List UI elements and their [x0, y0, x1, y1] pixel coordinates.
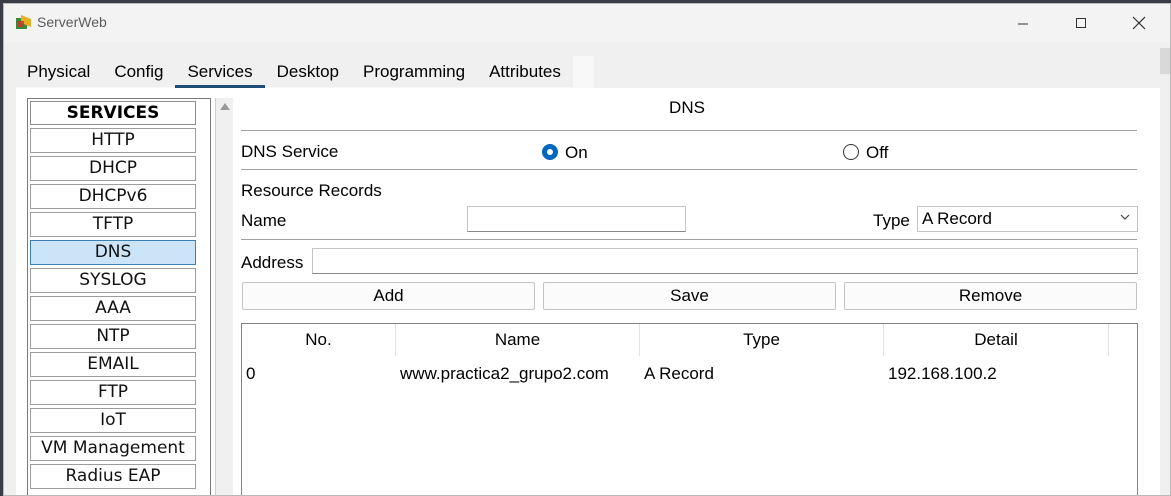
maximize-button[interactable] [1052, 4, 1110, 42]
type-select[interactable]: A Record [917, 206, 1138, 232]
tab-config[interactable]: Config [102, 56, 175, 87]
maximize-icon [1076, 18, 1086, 28]
scroll-up-icon[interactable] [220, 103, 230, 110]
divider [241, 239, 1137, 240]
services-header: SERVICES [30, 101, 196, 125]
chevron-down-icon [1120, 214, 1130, 220]
dns-off-radio[interactable] [843, 144, 859, 160]
dns-on-label[interactable]: On [565, 143, 588, 163]
tab-programming[interactable]: Programming [351, 56, 477, 87]
service-item-http[interactable]: HTTP [30, 128, 196, 153]
divider [241, 130, 1137, 131]
title-bar[interactable]: ServerWeb [4, 4, 1170, 42]
address-input[interactable] [312, 248, 1138, 274]
type-select-value: A Record [922, 209, 992, 228]
column-header-name[interactable]: Name [396, 324, 640, 356]
close-button[interactable] [1110, 4, 1168, 42]
serverweb-window: ServerWeb Physical Config Services Deskt… [3, 3, 1171, 496]
tab-services[interactable]: Services [175, 56, 265, 88]
tab-strip: Physical Config Services Desktop Program… [15, 56, 573, 88]
main-panel: Physical Config Services Desktop Program… [4, 42, 1170, 495]
save-button[interactable]: Save [543, 282, 836, 310]
services-list: SERVICES HTTP DHCP DHCPv6 TFTP DNS SYSLO… [27, 98, 211, 495]
dns-panel: DNS DNS Service On Off Resource Records … [237, 88, 1138, 495]
service-item-dhcp[interactable]: DHCP [30, 156, 196, 181]
name-label: Name [241, 211, 287, 230]
service-item-vm-management[interactable]: VM Management [30, 436, 196, 461]
service-item-aaa[interactable]: AAA [30, 296, 196, 321]
minimize-icon [1018, 23, 1028, 25]
service-item-radius-eap[interactable]: Radius EAP [30, 464, 196, 489]
type-label: Type [873, 211, 910, 230]
minimize-button[interactable] [994, 4, 1052, 42]
service-item-tftp[interactable]: TFTP [30, 212, 196, 237]
record-no: 0 [246, 364, 256, 383]
column-header-type[interactable]: Type [640, 324, 884, 356]
dns-service-label: DNS Service [241, 142, 339, 161]
service-item-ftp[interactable]: FTP [30, 380, 196, 405]
dns-title: DNS [669, 98, 705, 117]
service-item-email[interactable]: EMAIL [30, 352, 196, 377]
services-scrollbar[interactable] [215, 98, 233, 495]
service-item-dhcpv6[interactable]: DHCPv6 [30, 184, 196, 209]
tab-attributes[interactable]: Attributes [477, 56, 573, 87]
record-name: www.practica2_grupo2.com [400, 364, 609, 383]
window-title: ServerWeb [37, 14, 107, 30]
column-header-no[interactable]: No. [242, 324, 396, 356]
add-button[interactable]: Add [242, 282, 535, 310]
dns-on-radio[interactable] [542, 144, 558, 160]
dns-off-label[interactable]: Off [866, 143, 888, 163]
tab-desktop[interactable]: Desktop [265, 56, 351, 87]
divider [241, 169, 1137, 170]
window-scrollbar[interactable] [1160, 48, 1170, 74]
service-item-iot[interactable]: IoT [30, 408, 196, 433]
record-type: A Record [644, 364, 714, 383]
name-input[interactable] [467, 206, 686, 232]
tab-physical[interactable]: Physical [15, 56, 102, 87]
record-detail: 192.168.100.2 [888, 364, 997, 383]
services-content: SERVICES HTTP DHCP DHCPv6 TFTP DNS SYSLO… [16, 88, 1160, 495]
service-item-ntp[interactable]: NTP [30, 324, 196, 349]
dns-records-table: No. Name Type Detail 0 www.practica2_gru… [241, 323, 1138, 495]
close-icon [1132, 16, 1146, 30]
column-header-detail[interactable]: Detail [884, 324, 1109, 356]
resource-records-label: Resource Records [241, 181, 382, 200]
service-item-syslog[interactable]: SYSLOG [30, 268, 196, 293]
service-item-dns[interactable]: DNS [30, 240, 196, 265]
address-label: Address [241, 253, 304, 272]
remove-button[interactable]: Remove [844, 282, 1137, 310]
packet-tracer-icon [16, 15, 31, 29]
